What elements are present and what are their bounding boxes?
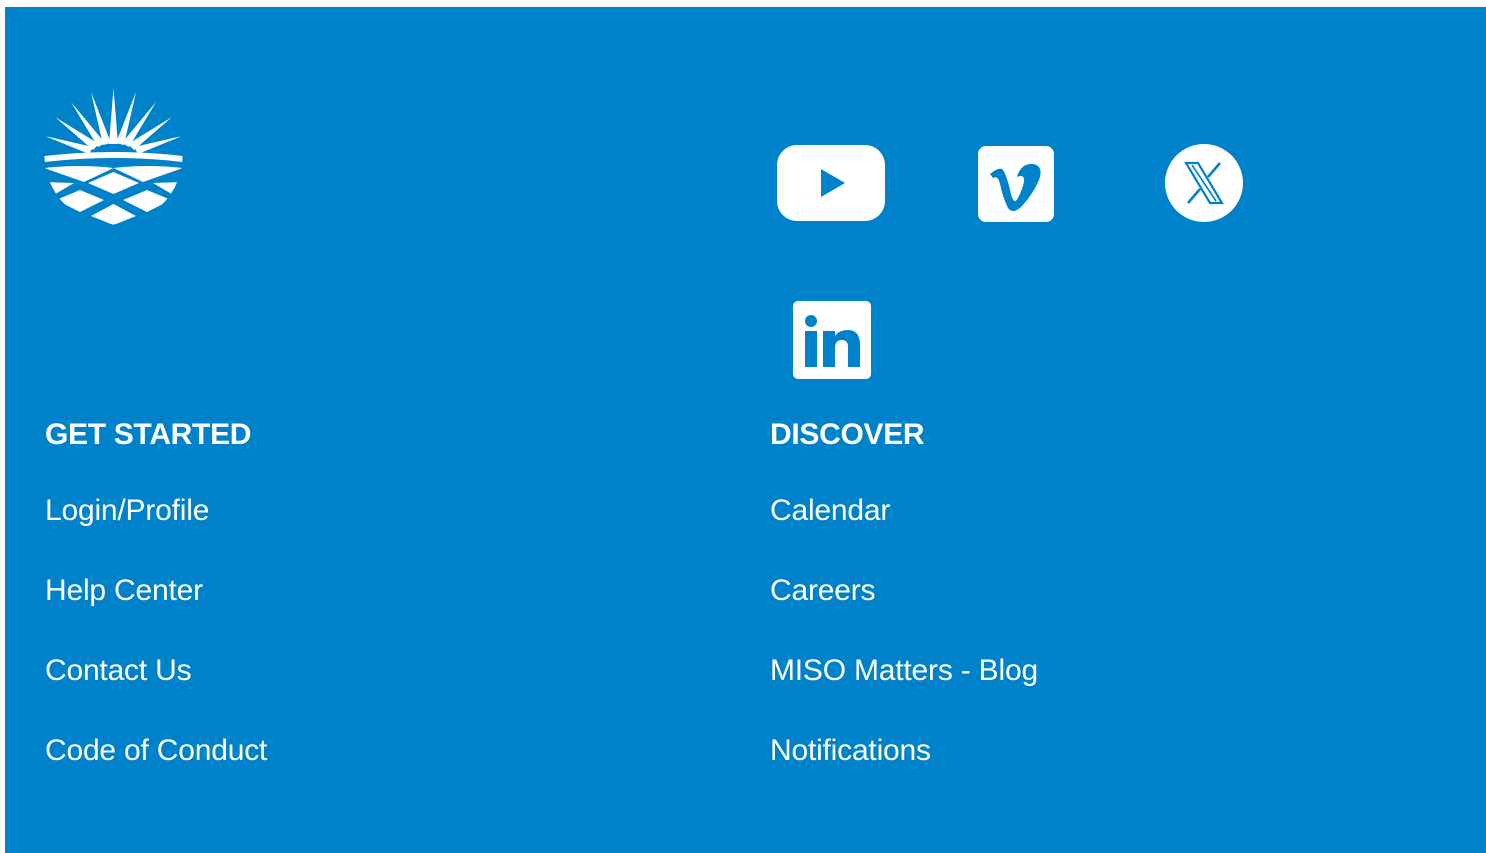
- youtube-icon[interactable]: [777, 145, 885, 221]
- list-item: Careers: [770, 573, 1038, 653]
- get-started-section: GET STARTED Login/Profile Help Center Co…: [45, 417, 267, 813]
- list-item: Contact Us: [45, 653, 267, 733]
- careers-link[interactable]: Careers: [770, 574, 876, 607]
- vimeo-icon[interactable]: [978, 146, 1054, 222]
- sunburst-logo-icon[interactable]: [44, 86, 183, 225]
- discover-links: Calendar Careers MISO Matters - Blog Not…: [770, 493, 1038, 813]
- calendar-link[interactable]: Calendar: [770, 494, 890, 527]
- linkedin-icon[interactable]: [793, 301, 871, 379]
- miso-matters-blog-link[interactable]: MISO Matters - Blog: [770, 654, 1038, 687]
- get-started-links: Login/Profile Help Center Contact Us Cod…: [45, 493, 267, 813]
- help-center-link[interactable]: Help Center: [45, 574, 203, 607]
- x-icon[interactable]: [1164, 143, 1244, 223]
- list-item: Help Center: [45, 573, 267, 653]
- list-item: Code of Conduct: [45, 733, 267, 813]
- contact-us-link[interactable]: Contact Us: [45, 654, 192, 687]
- list-item: Calendar: [770, 493, 1038, 573]
- list-item: Notifications: [770, 733, 1038, 813]
- get-started-heading: GET STARTED: [45, 418, 252, 451]
- discover-heading: DISCOVER: [770, 418, 925, 451]
- notifications-link[interactable]: Notifications: [770, 734, 931, 767]
- login-profile-link[interactable]: Login/Profile: [45, 494, 209, 527]
- list-item: MISO Matters - Blog: [770, 653, 1038, 733]
- code-of-conduct-link[interactable]: Code of Conduct: [45, 734, 267, 767]
- site-footer: GET STARTED Login/Profile Help Center Co…: [5, 7, 1486, 853]
- list-item: Login/Profile: [45, 493, 267, 573]
- discover-section: DISCOVER Calendar Careers MISO Matters -…: [770, 417, 1038, 813]
